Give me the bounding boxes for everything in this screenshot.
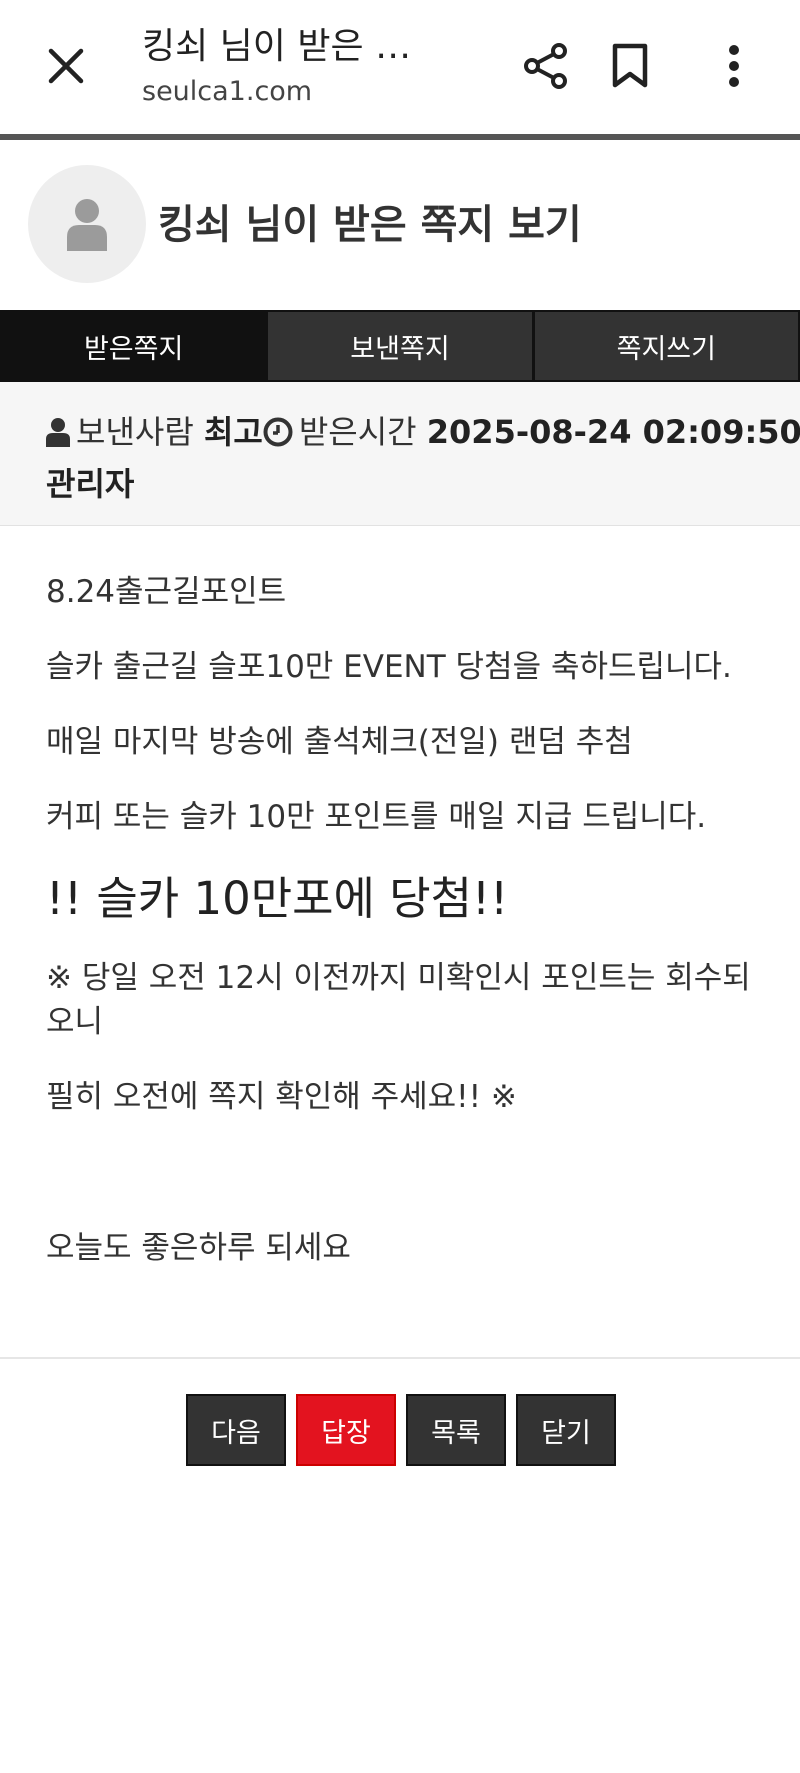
more-options-button[interactable] <box>702 34 766 98</box>
message-headline: !! 슬카 10만포에 당첨!! <box>46 872 509 925</box>
more-vertical-icon <box>729 45 739 87</box>
sender-role: 관리자 <box>46 465 135 503</box>
user-avatar-icon <box>67 199 107 251</box>
browser-top-bar: 킹쇠 님이 받은 쪽... seulca1.com <box>0 0 800 134</box>
tab-received[interactable]: 받은쪽지 <box>2 312 266 380</box>
message-tabs: 받은쪽지 보낸쪽지 쪽지쓰기 <box>0 310 800 382</box>
bookmark-button[interactable] <box>598 34 662 98</box>
sender-label: 보낸사람 <box>76 413 194 451</box>
page-header: 킹쇠 님이 받은 쪽지 보기 <box>0 140 800 310</box>
received-label: 받은시간 <box>298 413 417 451</box>
bookmark-icon <box>612 43 648 88</box>
sender-name: 최고 <box>203 413 263 451</box>
info-line-role: 관리자 <box>46 458 754 510</box>
action-buttons: 다음 답장 목록 닫기 <box>186 1394 616 1466</box>
reply-button[interactable]: 답장 <box>296 1394 396 1466</box>
list-button[interactable]: 목록 <box>406 1394 506 1466</box>
message-notice: ※ 당일 오전 12시 이전까지 미확인시 포인트는 회수되오니 <box>46 960 751 1040</box>
received-time: 2025-08-24 02:09:50 <box>426 413 800 451</box>
next-button[interactable]: 다음 <box>186 1394 286 1466</box>
message-line: 8.24출근길포인트 <box>46 574 287 610</box>
close-button[interactable] <box>36 36 96 96</box>
close-message-button[interactable]: 닫기 <box>516 1394 616 1466</box>
share-button[interactable] <box>514 34 578 98</box>
info-line: 보낸사람 최고 받은시간 2025-08-24 02:09:50 <box>46 406 800 458</box>
browser-url: seulca1.com <box>142 76 313 107</box>
message-line: 커피 또는 슬카 10만 포인트를 매일 지급 드립니다. <box>46 799 707 835</box>
close-icon <box>48 48 84 84</box>
clock-icon <box>263 417 293 447</box>
message-closing: 오늘도 좋은하루 되세요 <box>46 1230 351 1266</box>
content-divider <box>0 1357 800 1359</box>
browser-page-title: 킹쇠 님이 받은 쪽... <box>142 26 442 67</box>
page-title: 킹쇠 님이 받은 쪽지 보기 <box>158 202 582 248</box>
browser-title-block: 킹쇠 님이 받은 쪽... seulca1.com <box>142 24 442 108</box>
share-icon <box>524 43 567 89</box>
tab-write[interactable]: 쪽지쓰기 <box>531 312 798 380</box>
message-body: 8.24출근길포인트 슬카 출근길 슬포10만 EVENT 당첨을 축하드립니다… <box>46 570 766 1301</box>
user-icon <box>46 417 70 447</box>
message-line: 슬카 출근길 슬포10만 EVENT 당첨을 축하드립니다. <box>46 649 732 685</box>
message-info-bar: 보낸사람 최고 받은시간 2025-08-24 02:09:50 관리자 <box>0 382 800 526</box>
tab-sent[interactable]: 보낸쪽지 <box>265 312 532 380</box>
avatar <box>28 165 146 283</box>
message-notice: 필히 오전에 쪽지 확인해 주세요!! ※ <box>46 1079 517 1115</box>
message-line: 매일 마지막 방송에 출석체크(전일) 랜덤 추첨 <box>46 724 633 760</box>
